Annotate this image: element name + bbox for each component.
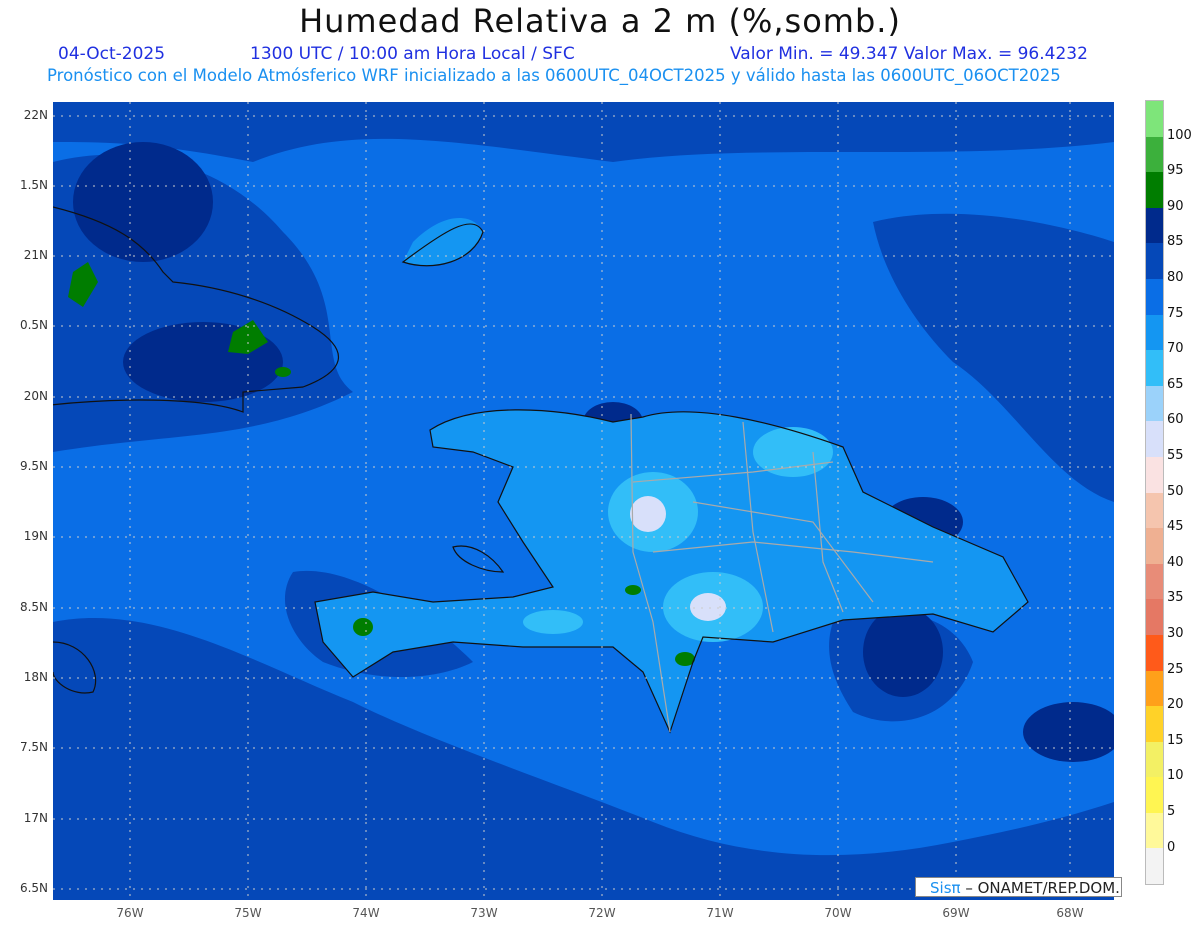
forecast-date: 04-Oct-2025	[58, 44, 166, 64]
colorbar-label: 40	[1167, 554, 1184, 570]
colorbar-swatch	[1146, 350, 1163, 386]
colorbar-label: 15	[1167, 732, 1184, 748]
lon-label: 71W	[706, 906, 734, 920]
map-title: Humedad Relativa a 2 m (%,somb.)	[299, 2, 901, 40]
colorbar-label: 65	[1167, 376, 1184, 392]
colorbar-swatch	[1146, 101, 1163, 137]
lat-label: 1.5N	[19, 178, 48, 192]
lat-label: 8.5N	[19, 600, 48, 614]
colorbar-label: 25	[1167, 661, 1184, 677]
colorbar-label: 20	[1167, 697, 1184, 713]
colorbar-label: 50	[1167, 483, 1184, 499]
lon-label: 73W	[470, 906, 498, 920]
colorbar-label: 30	[1167, 626, 1184, 641]
colorbar-swatch	[1146, 207, 1163, 244]
colorbar-swatch	[1146, 670, 1163, 707]
sispi-logo: Sisπ	[930, 879, 961, 897]
colorbar-swatch	[1146, 243, 1163, 279]
lon-label: 74W	[352, 906, 380, 920]
colorbar-swatch	[1146, 278, 1163, 315]
colorbar-label: 100	[1167, 127, 1192, 143]
lat-label: 22N	[23, 108, 48, 122]
colorbar-swatch	[1146, 385, 1163, 422]
colorbar-swatch	[1146, 741, 1163, 778]
lon-label: 72W	[588, 906, 616, 920]
colorbar-label: 35	[1167, 590, 1184, 606]
colorbar-swatch	[1146, 848, 1163, 885]
colorbar-swatch	[1146, 599, 1163, 635]
colorbar	[1145, 100, 1164, 886]
colorbar-swatch	[1146, 563, 1163, 600]
colorbar-label: 85	[1167, 234, 1184, 250]
lon-label: 70W	[824, 906, 852, 920]
lat-label: 21N	[23, 248, 48, 262]
colorbar-swatch	[1146, 777, 1163, 813]
colorbar-swatch	[1146, 492, 1163, 529]
lon-label: 68W	[1056, 906, 1084, 920]
lat-label: 6.5N	[19, 881, 48, 895]
lat-label: 18N	[23, 670, 48, 684]
colorbar-label: 75	[1167, 305, 1184, 321]
colorbar-swatch	[1146, 172, 1163, 208]
colorbar-label: 90	[1167, 198, 1184, 214]
colorbar-label: 95	[1167, 163, 1184, 179]
colorbar-label: 10	[1167, 768, 1184, 784]
forecast-time: 1300 UTC / 10:00 am Hora Local / SFC	[250, 44, 575, 64]
colorbar-swatch	[1146, 634, 1163, 671]
colorbar-label: 5	[1167, 804, 1176, 819]
lat-label: 17N	[23, 811, 48, 825]
colorbar-swatch	[1146, 528, 1163, 564]
colorbar-swatch	[1146, 706, 1163, 742]
colorbar-label: 45	[1167, 519, 1184, 535]
min-max-values: Valor Min. = 49.347 Valor Max. = 96.4232	[730, 44, 1088, 64]
colorbar-swatch	[1146, 456, 1163, 493]
credit-text: – ONAMET/REP.DOM.	[960, 879, 1120, 897]
colorbar-swatch	[1146, 314, 1163, 351]
lon-label: 75W	[234, 906, 262, 920]
colorbar-label: 80	[1167, 270, 1184, 285]
colorbar-label: 60	[1167, 412, 1184, 428]
colorbar-label: 70	[1167, 341, 1184, 357]
lat-label: 0.5N	[19, 318, 48, 332]
humidity-map	[53, 102, 1114, 900]
colorbar-label: 0	[1167, 839, 1176, 855]
lat-label: 7.5N	[19, 740, 48, 754]
colorbar-label: 55	[1167, 448, 1184, 463]
model-subtitle: Pronóstico con el Modelo Atmósferico WRF…	[47, 66, 1061, 85]
colorbar-swatch	[1146, 136, 1163, 173]
colorbar-swatch	[1146, 421, 1163, 457]
lon-label: 69W	[942, 906, 970, 920]
lat-label: 19N	[23, 529, 48, 543]
lon-label: 76W	[116, 906, 144, 920]
lat-label: 20N	[23, 389, 48, 403]
colorbar-swatch	[1146, 812, 1163, 849]
lat-label: 9.5N	[19, 459, 48, 473]
credit-box: Sisπ – ONAMET/REP.DOM.	[915, 877, 1122, 897]
